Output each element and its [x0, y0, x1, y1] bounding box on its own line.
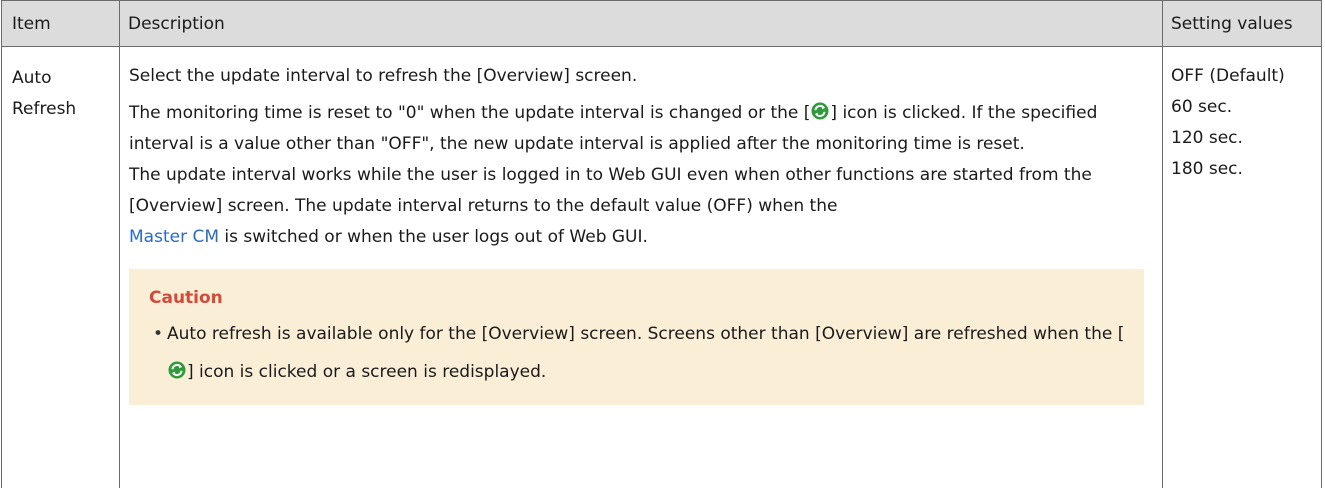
caution-title: Caution	[149, 288, 223, 308]
value-60-sec: 60 sec.	[1171, 97, 1233, 117]
description-text: The monitoring time is reset to "0" when…	[129, 103, 811, 123]
description-paragraph-4: Master CM is switched or when the user l…	[129, 222, 1154, 253]
refresh-icon	[168, 361, 186, 379]
setting-values-cell: OFF (Default) 60 sec. 120 sec. 180 sec.	[1162, 46, 1322, 488]
value-off-default: OFF (Default)	[1171, 66, 1285, 86]
description-paragraph-2: The monitoring time is reset to "0" when…	[129, 98, 1154, 160]
value-180-sec: 180 sec.	[1171, 159, 1243, 179]
caution-item: Auto refresh is available only for the […	[153, 315, 1132, 391]
table-header-row: Item Description Setting values	[1, 0, 1322, 47]
settings-table: Item Description Setting values Auto Ref…	[1, 0, 1322, 488]
description-paragraph-3: The update interval works while the user…	[129, 165, 1092, 216]
description-cell: Select the update interval to refresh th…	[119, 46, 1163, 488]
item-name: Auto Refresh	[12, 68, 77, 119]
refresh-icon	[811, 102, 829, 120]
header-description: Description	[119, 0, 1163, 47]
master-cm-link[interactable]: Master CM	[129, 227, 219, 247]
value-120-sec: 120 sec.	[1171, 128, 1243, 148]
header-item: Item	[1, 0, 120, 47]
caution-list: Auto refresh is available only for the […	[141, 315, 1132, 391]
caution-text: Auto refresh is available only for the […	[167, 324, 1125, 344]
table-row: Auto Refresh Select the update interval …	[1, 46, 1322, 488]
caution-text: ] icon is clicked or a screen is redispl…	[187, 362, 547, 382]
header-setting-values: Setting values	[1162, 0, 1322, 47]
description-paragraph-1: Select the update interval to refresh th…	[129, 66, 638, 86]
caution-box: Caution Auto refresh is available only f…	[129, 269, 1144, 405]
description-text: is switched or when the user logs out of…	[219, 227, 648, 247]
item-cell: Auto Refresh	[1, 46, 120, 488]
